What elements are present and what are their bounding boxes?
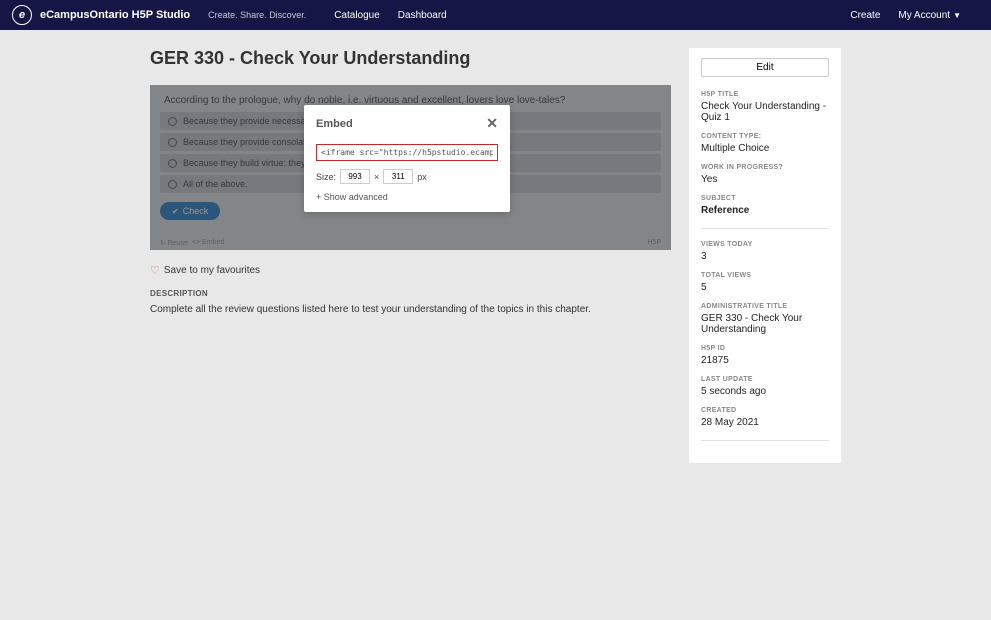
meta-label: SUBJECT — [701, 195, 829, 202]
nav-my-account[interactable]: My Account▼ — [898, 10, 961, 21]
save-favourites-link[interactable]: ♡ Save to my favourites — [150, 264, 671, 277]
meta-value-subject: Reference — [701, 205, 829, 216]
logo-icon: e — [12, 5, 32, 25]
meta-value-h5p-title: Check Your Understanding - Quiz 1 — [701, 101, 829, 123]
meta-label: CONTENT TYPE: — [701, 133, 829, 140]
meta-value-total-views: 5 — [701, 282, 829, 293]
times-symbol: × — [374, 172, 379, 182]
heart-icon: ♡ — [150, 264, 160, 277]
meta-value-h5p-id: 21875 — [701, 355, 829, 366]
sidebar-divider — [701, 440, 829, 441]
nav-catalogue[interactable]: Catalogue — [334, 10, 380, 21]
meta-label: LAST UPDATE — [701, 376, 829, 383]
h5p-embed-frame: According to the prologue, why do noble,… — [150, 85, 671, 250]
meta-label: H5P TITLE — [701, 91, 829, 98]
edit-button[interactable]: Edit — [701, 58, 829, 77]
px-label: px — [417, 172, 427, 182]
size-label: Size: — [316, 172, 336, 182]
meta-label: ADMINISTRATIVE TITLE — [701, 303, 829, 310]
meta-value-content-type: Multiple Choice — [701, 143, 829, 154]
meta-label: VIEWS TODAY — [701, 241, 829, 248]
meta-value-created: 28 May 2021 — [701, 417, 829, 428]
meta-value-wip: Yes — [701, 174, 829, 185]
embed-width-input[interactable] — [340, 169, 370, 184]
main-content: GER 330 - Check Your Understanding Accor… — [150, 48, 671, 463]
description-text: Complete all the review questions listed… — [150, 304, 671, 315]
close-icon[interactable]: ✕ — [486, 115, 498, 132]
sidebar-divider — [701, 228, 829, 229]
top-navbar: e eCampusOntario H5P Studio Create. Shar… — [0, 0, 991, 30]
brand-text: eCampusOntario H5P Studio — [40, 9, 190, 21]
meta-label: CREATED — [701, 407, 829, 414]
embed-dialog-title: Embed — [316, 118, 353, 130]
page-title: GER 330 - Check Your Understanding — [150, 48, 671, 69]
meta-label: H5P ID — [701, 345, 829, 352]
description-heading: DESCRIPTION — [150, 289, 671, 298]
nav-my-account-label: My Account — [898, 10, 950, 21]
meta-label: WORK IN PROGRESS? — [701, 164, 829, 171]
show-advanced-toggle[interactable]: + Show advanced — [316, 192, 498, 202]
nav-dashboard[interactable]: Dashboard — [398, 10, 447, 21]
nav-create[interactable]: Create — [850, 10, 880, 21]
meta-value-admin-title: GER 330 - Check Your Understanding — [701, 313, 829, 335]
embed-dialog: Embed ✕ Size: × px + Show advanced — [304, 105, 510, 212]
caret-down-icon: ▼ — [953, 11, 961, 20]
meta-value-last-update: 5 seconds ago — [701, 386, 829, 397]
embed-height-input[interactable] — [383, 169, 413, 184]
metadata-sidebar: Edit H5P TITLE Check Your Understanding … — [689, 48, 841, 463]
embed-code-input[interactable] — [316, 144, 498, 161]
meta-value-views-today: 3 — [701, 251, 829, 262]
tagline-text: Create. Share. Discover. — [208, 10, 306, 20]
save-favourites-label: Save to my favourites — [164, 265, 260, 276]
meta-label: TOTAL VIEWS — [701, 272, 829, 279]
